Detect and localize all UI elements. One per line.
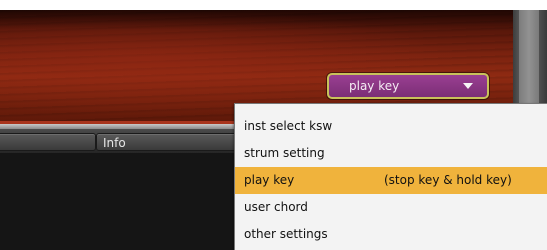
menu-item-label: other settings [244,227,328,241]
dropdown-menu: inst select ksw strum setting play key (… [234,103,547,250]
mode-dropdown[interactable]: play key [327,73,489,99]
menu-item-label: user chord [244,200,308,214]
top-margin [0,0,547,10]
instrument-window: Info play key inst select ksw strum sett… [0,0,547,250]
menu-item-label: play key [244,173,295,187]
menu-item-hint: (stop key & hold key) [384,173,512,187]
menu-item-other-settings[interactable]: other settings [235,221,547,248]
menu-item-strum-setting[interactable]: strum setting [235,140,547,167]
tab-left[interactable] [0,133,96,151]
menu-item-play-key[interactable]: play key (stop key & hold key) [235,167,547,194]
menu-item-inst-select-ksw[interactable]: inst select ksw [235,113,547,140]
triangle-down-icon [463,83,473,89]
menu-item-label: inst select ksw [244,119,333,133]
menu-item-user-chord[interactable]: user chord [235,194,547,221]
mode-dropdown-value: play key [349,79,400,93]
menu-item-label: strum setting [244,146,325,160]
tab-info[interactable]: Info [96,133,242,151]
